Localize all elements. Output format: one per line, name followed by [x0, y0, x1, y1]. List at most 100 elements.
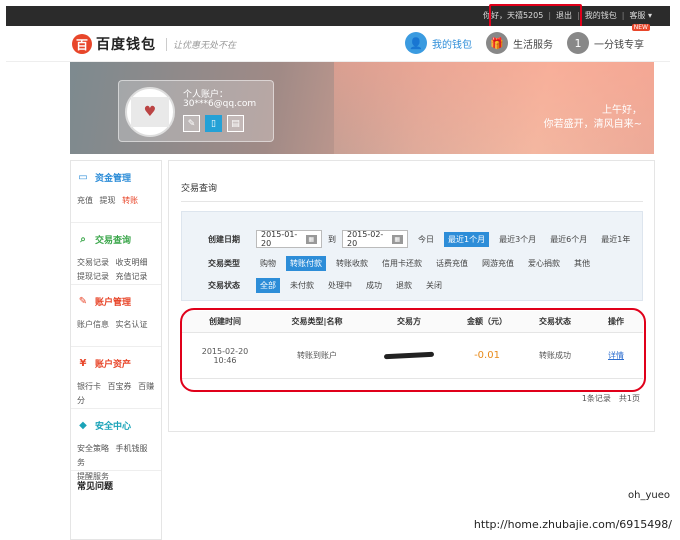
sidebar-title: 账户资产	[95, 360, 132, 370]
record-count: 1条记录	[581, 394, 611, 403]
sidebar-link[interactable]: 安全策略	[77, 444, 109, 453]
type-option[interactable]: 转账收款	[332, 256, 372, 271]
nav-label: 一分钱专享	[594, 39, 644, 51]
header: 百 百度钱包 让优惠无处不在 👤 我的钱包 🎁 生活服务 1 一分钱专享 NEW	[6, 24, 670, 62]
new-badge: NEW	[631, 24, 650, 31]
date-to-value: 2015-02-20	[347, 230, 384, 248]
annotation-highlight-account	[489, 4, 582, 28]
user-icon: 👤	[405, 32, 427, 54]
avatar[interactable]: ♥	[125, 87, 175, 137]
main-nav: 👤 我的钱包 🎁 生活服务 1 一分钱专享	[405, 32, 644, 54]
sidebar-head: ▭ 资金管理	[77, 171, 155, 184]
sidebar-link[interactable]: 提现	[100, 196, 116, 205]
date-filter-row: 创建日期 2015-01-20 ▦ 到 2015-02-20 ▦ 今日 最近1个…	[208, 230, 634, 248]
status-option[interactable]: 退款	[392, 278, 416, 293]
date-separator: 到	[328, 234, 336, 244]
sidebar-link[interactable]: 百宝券	[108, 382, 132, 391]
sidebar-link-current[interactable]: 转账	[122, 196, 138, 205]
account-card: ♥ 个人账户： 30***6@qq.com ✎ ▯ ▤	[118, 80, 274, 142]
id-card-icon[interactable]: ▤	[227, 115, 244, 132]
type-option[interactable]: 其他	[570, 256, 594, 271]
greeting-line2: 你若盛开，清风自来~	[543, 119, 642, 130]
sidebar-section-security: ◆ 安全中心 安全策略 手机钱服务 提醒服务	[71, 409, 161, 481]
type-option[interactable]: 网游充值	[478, 256, 518, 271]
gift-icon: 🎁	[486, 32, 508, 54]
sidebar-link[interactable]: 提现记录	[77, 272, 109, 281]
page-count: 共1页	[618, 394, 640, 403]
edit-icon: ✎	[78, 296, 88, 307]
sidebar-link[interactable]: 交易记录	[77, 258, 109, 267]
slogan: 让优惠无处不在	[166, 37, 236, 51]
sidebar-title: 交易查询	[95, 236, 132, 246]
greeting-line1: 上午好，	[602, 105, 642, 116]
edit-icon[interactable]: ✎	[183, 115, 200, 132]
status-option[interactable]: 未付款	[286, 278, 318, 293]
status-option[interactable]: 处理中	[324, 278, 356, 293]
pager: 1条记录 共1页	[582, 393, 640, 404]
type-option[interactable]: 话费充值	[432, 256, 472, 271]
my-wallet-link[interactable]: 我的钱包	[585, 10, 617, 21]
status-option-selected[interactable]: 全部	[256, 278, 280, 293]
phone-icon[interactable]: ▯	[205, 115, 222, 132]
date-from-input[interactable]: 2015-01-20 ▦	[256, 230, 322, 248]
fund-icon: ▭	[78, 172, 88, 183]
logo-icon: 百	[72, 34, 92, 54]
sidebar-link[interactable]: 充值记录	[116, 272, 148, 281]
broken-heart-icon: ♥	[131, 97, 169, 127]
sidebar-section-assets: ¥ 账户资产 银行卡 百宝券 百赚分	[71, 347, 161, 409]
filter-label: 创建日期	[208, 234, 240, 244]
service-menu[interactable]: 客服 ▾	[629, 10, 652, 21]
status-option[interactable]: 关闭	[422, 278, 446, 293]
greeting: 上午好， 你若盛开，清风自来~	[544, 104, 642, 132]
watermark-url: http://home.zhubajie.com/6915498/	[473, 518, 672, 531]
date-option[interactable]: 最近1年	[597, 232, 634, 247]
sidebar-title: 资金管理	[95, 174, 132, 184]
filter-label: 交易类型	[208, 259, 240, 268]
account-email: 30***6@qq.com	[183, 99, 257, 109]
watermark-user: oh_yueo	[628, 490, 670, 501]
shield-icon: ◆	[79, 420, 87, 431]
filter-box: 创建日期 2015-01-20 ▦ 到 2015-02-20 ▦ 今日 最近1个…	[181, 211, 643, 301]
status-filter-row: 交易状态 全部 未付款 处理中 成功 退款 关闭	[208, 278, 446, 293]
sidebar-link[interactable]: 实名认证	[116, 320, 148, 329]
page-title: 交易查询	[181, 184, 218, 194]
sidebar-link[interactable]: 充值	[77, 196, 93, 205]
sidebar-title: 账户管理	[95, 298, 132, 308]
sidebar-section-funds: ▭ 资金管理 充值 提现 转账	[71, 161, 161, 223]
date-option[interactable]: 今日	[414, 232, 438, 247]
logo-text: 百度钱包	[96, 37, 156, 53]
status-option[interactable]: 成功	[362, 278, 386, 293]
type-option-selected[interactable]: 转账付款	[286, 256, 326, 271]
date-option[interactable]: 最近3个月	[495, 232, 540, 247]
logo[interactable]: 百 百度钱包 让优惠无处不在	[72, 34, 236, 54]
date-option[interactable]: 最近6个月	[546, 232, 591, 247]
sidebar-section-query: ⌕ 交易查询 交易记录 收支明细 提现记录 充值记录	[71, 223, 161, 285]
nav-my-wallet[interactable]: 👤 我的钱包	[405, 32, 472, 54]
annotation-highlight-table	[180, 308, 646, 392]
search-icon: ⌕	[80, 234, 86, 245]
filter-label: 交易状态	[208, 281, 240, 290]
type-filter-row: 交易类型 购物 转账付款 转账收款 信用卡还款 话费充值 网游充值 爱心捐款 其…	[208, 256, 594, 271]
sidebar-link[interactable]: 账户信息	[77, 320, 109, 329]
sidebar-link[interactable]: 收支明细	[116, 258, 148, 267]
sidebar-link[interactable]: 银行卡	[77, 382, 101, 391]
sidebar: ▭ 资金管理 充值 提现 转账 ⌕ 交易查询 交易记录 收支明细 提现记录 充值…	[70, 160, 162, 540]
type-option[interactable]: 爱心捐款	[524, 256, 564, 271]
yen-icon: ¥	[79, 358, 87, 369]
sidebar-title: 安全中心	[95, 422, 132, 432]
type-option[interactable]: 信用卡还款	[378, 256, 426, 271]
nav-life-service[interactable]: 🎁 生活服务	[486, 32, 553, 54]
account-banner: ♥ 个人账户： 30***6@qq.com ✎ ▯ ▤ 上午好， 你若盛开，清风…	[70, 62, 654, 154]
sidebar-section-account: ✎ 账户管理 账户信息 实名认证	[71, 285, 161, 347]
coin-icon: 1	[567, 32, 589, 54]
nav-label: 我的钱包	[432, 39, 472, 51]
calendar-icon[interactable]: ▦	[391, 234, 403, 244]
nav-label: 生活服务	[513, 39, 553, 51]
date-to-input[interactable]: 2015-02-20 ▦	[342, 230, 408, 248]
type-option[interactable]: 购物	[256, 256, 280, 271]
nav-penny-deal[interactable]: 1 一分钱专享	[567, 32, 644, 54]
date-option-selected[interactable]: 最近1个月	[444, 231, 490, 247]
account-tools: ✎ ▯ ▤	[183, 115, 244, 132]
calendar-icon[interactable]: ▦	[305, 234, 317, 244]
date-from-value: 2015-01-20	[261, 230, 298, 248]
